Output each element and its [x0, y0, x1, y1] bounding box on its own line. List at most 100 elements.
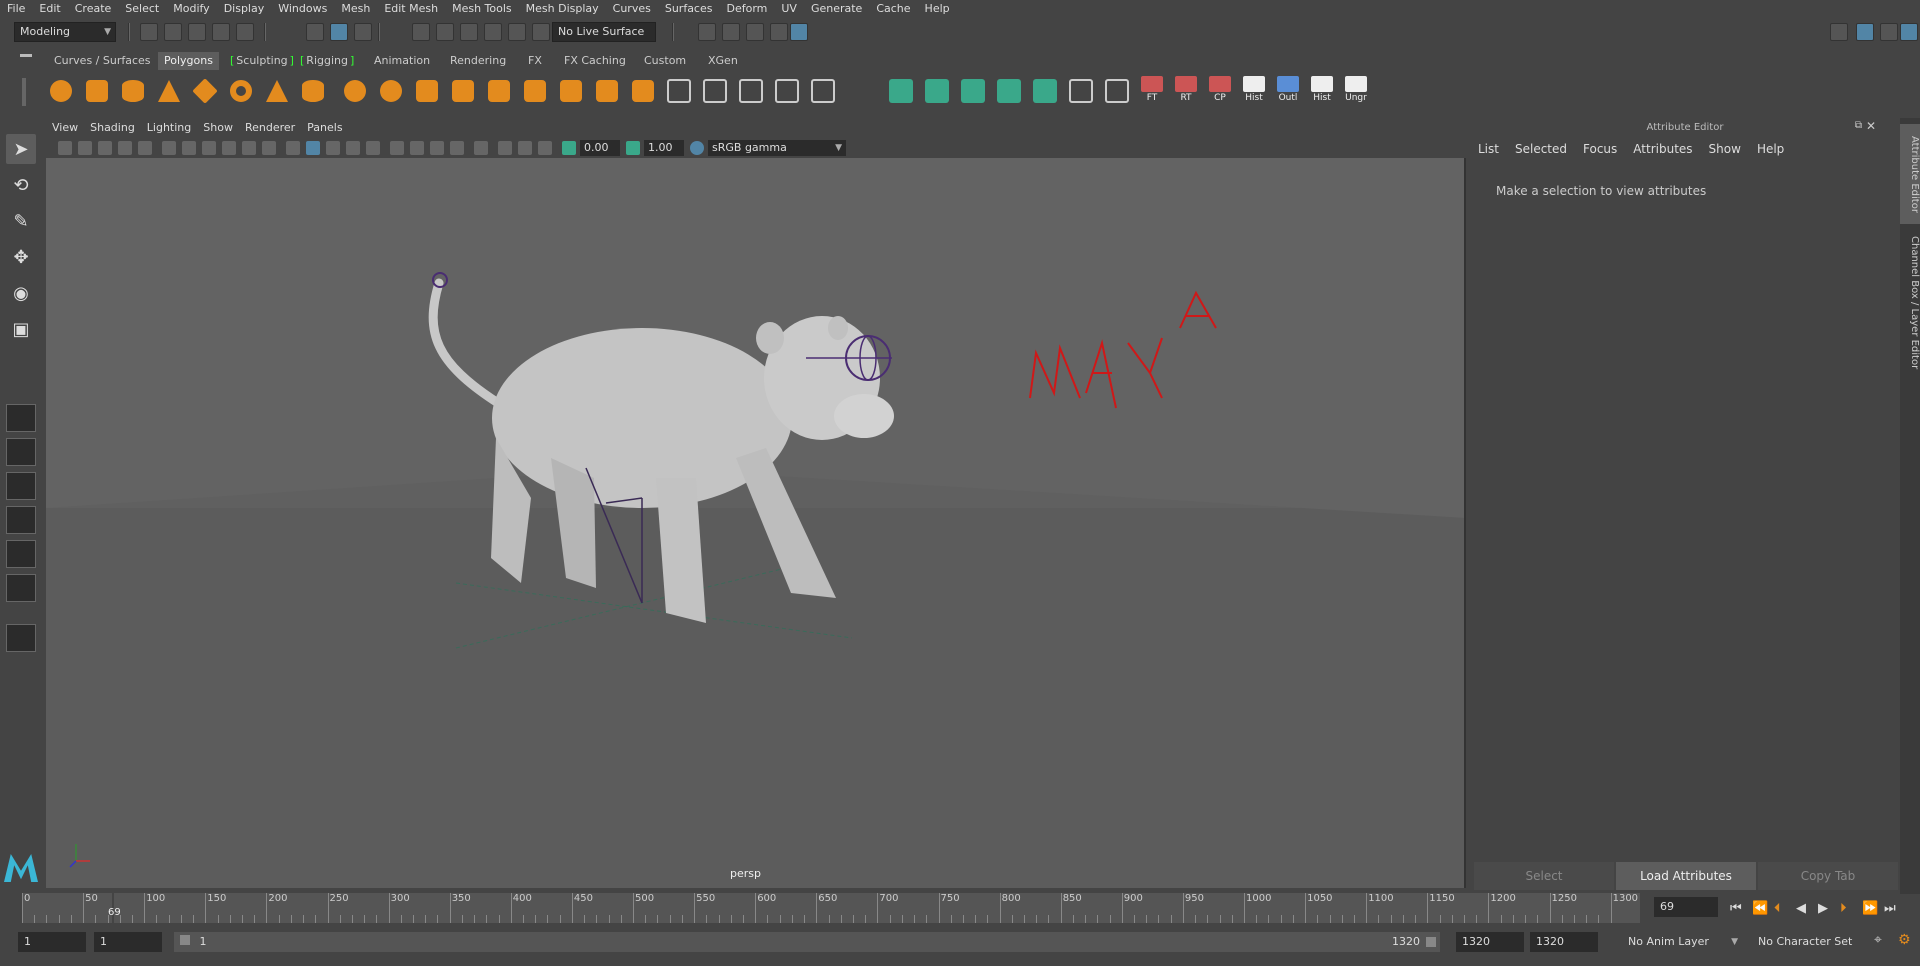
color-management-icon[interactable] — [690, 141, 704, 155]
mode-selector[interactable]: Modeling ▼ — [14, 22, 116, 42]
target-weld-icon[interactable] — [664, 76, 694, 106]
ae-menu-selected[interactable]: Selected — [1515, 142, 1567, 156]
tab-fx[interactable]: FX — [522, 52, 548, 70]
xray-joints-icon[interactable] — [518, 141, 532, 155]
poly-pyramid-icon[interactable] — [262, 76, 292, 106]
combine-icon[interactable] — [340, 76, 370, 106]
hypershade-icon[interactable] — [790, 23, 808, 41]
reset-transform-icon[interactable]: RT — [1172, 76, 1200, 106]
snap-view-icon[interactable] — [484, 23, 502, 41]
range-handle-start[interactable] — [180, 935, 190, 945]
cross-icon[interactable] — [1102, 76, 1132, 106]
anti-aliasing-icon[interactable] — [430, 141, 444, 155]
menu-help[interactable]: Help — [918, 0, 957, 18]
insert-edge-loop-icon[interactable] — [592, 76, 622, 106]
isolate-select-icon[interactable] — [474, 141, 488, 155]
ae-menu-focus[interactable]: Focus — [1583, 142, 1617, 156]
tab-curves-surfaces[interactable]: Curves / Surfaces — [48, 52, 157, 70]
bookmark-icon[interactable] — [98, 141, 112, 155]
extrude-icon[interactable] — [484, 76, 514, 106]
menu-mesh-display[interactable]: Mesh Display — [519, 0, 606, 18]
tab-rigging[interactable]: Rigging — [294, 52, 361, 70]
custom-layout-icon[interactable] — [6, 574, 36, 602]
ae-load-attributes-button[interactable]: Load Attributes — [1616, 862, 1756, 890]
render-view-icon[interactable] — [698, 23, 716, 41]
vp-menu-show[interactable]: Show — [197, 118, 239, 138]
menu-cache[interactable]: Cache — [869, 0, 917, 18]
motion-blur-icon[interactable] — [410, 141, 424, 155]
menu-edit[interactable]: Edit — [32, 0, 67, 18]
snap-point-icon[interactable] — [460, 23, 478, 41]
current-frame-field[interactable]: 69 — [1654, 897, 1718, 917]
ambient-occlusion-icon[interactable] — [390, 141, 404, 155]
float-panel-icon[interactable]: ⧉ — [1855, 120, 1862, 131]
grid-icon[interactable] — [162, 141, 176, 155]
ae-menu-list[interactable]: List — [1478, 142, 1499, 156]
select-by-component-icon[interactable] — [354, 23, 372, 41]
menu-modify[interactable]: Modify — [166, 0, 216, 18]
time-slider[interactable]: 0 50 100 150 200 250 300 350 400 450 500 550 600 650 7… — [22, 893, 1640, 923]
rotate-tool-icon[interactable]: ◉ — [6, 278, 36, 308]
colorspace-dropdown[interactable]: sRGB gamma ▼ — [708, 140, 846, 156]
range-slider[interactable]: 1 1320 — [174, 932, 1440, 952]
menu-select[interactable]: Select — [118, 0, 166, 18]
vp-menu-lighting[interactable]: Lighting — [141, 118, 197, 138]
camera-tools-icon[interactable] — [78, 141, 92, 155]
menu-create[interactable]: Create — [68, 0, 119, 18]
shelf-green-3-icon[interactable] — [958, 76, 988, 106]
shadows-icon[interactable] — [366, 141, 380, 155]
multi-cut-icon[interactable] — [628, 76, 658, 106]
step-forward-key-icon[interactable]: ⏩ — [1862, 901, 1878, 916]
smooth-icon[interactable] — [448, 76, 478, 106]
layout-uv-icon[interactable] — [808, 76, 838, 106]
end-time-field[interactable]: 1320 — [1530, 932, 1598, 952]
separate-icon[interactable] — [376, 76, 406, 106]
step-back-key-icon[interactable]: ⏪ — [1752, 901, 1768, 916]
snap-curve-icon[interactable] — [436, 23, 454, 41]
four-view-layout-icon[interactable] — [6, 438, 36, 466]
wireframe-icon[interactable] — [286, 141, 300, 155]
shelf-green-5-icon[interactable] — [1030, 76, 1060, 106]
toggle-channel-box-icon[interactable] — [1880, 23, 1898, 41]
safe-action-icon[interactable] — [262, 141, 276, 155]
tab-sculpting[interactable]: Sculpting — [224, 52, 300, 70]
ae-select-button[interactable]: Select — [1474, 862, 1614, 890]
smooth-shade-icon[interactable] — [306, 141, 320, 155]
menu-surfaces[interactable]: Surfaces — [658, 0, 720, 18]
delete-history-icon[interactable]: Hist — [1240, 76, 1268, 106]
menu-mesh-tools[interactable]: Mesh Tools — [445, 0, 519, 18]
paint-select-icon[interactable]: ✎ — [6, 206, 36, 236]
film-gate-icon[interactable] — [182, 141, 196, 155]
xray-components-icon[interactable] — [538, 141, 552, 155]
poly-torus-icon[interactable] — [226, 76, 256, 106]
vp-menu-shading[interactable]: Shading — [84, 118, 141, 138]
shelf-green-4-icon[interactable] — [994, 76, 1024, 106]
use-all-lights-icon[interactable] — [346, 141, 360, 155]
select-by-hierarchy-icon[interactable] — [306, 23, 324, 41]
shelf-menu-icon[interactable] — [20, 54, 32, 57]
new-scene-icon[interactable] — [140, 23, 158, 41]
menu-mesh[interactable]: Mesh — [334, 0, 377, 18]
menu-deform[interactable]: Deform — [719, 0, 774, 18]
persp-graph-layout-icon[interactable] — [6, 506, 36, 534]
tab-rendering[interactable]: Rendering — [444, 52, 513, 70]
open-scene-icon[interactable] — [164, 23, 182, 41]
render-current-icon[interactable] — [722, 23, 740, 41]
gamma-field[interactable]: 1.00 — [644, 140, 684, 156]
anim-layer-dropdown[interactable]: No Anim Layer ▼ — [1622, 932, 1742, 952]
poly-pipe-icon[interactable] — [298, 76, 328, 106]
poly-plane-icon[interactable] — [190, 76, 220, 106]
snap-surface-icon[interactable] — [508, 23, 526, 41]
lasso-tool-icon[interactable]: ⟲ — [6, 170, 36, 200]
menu-windows[interactable]: Windows — [271, 0, 334, 18]
persp-outliner-layout-icon[interactable] — [6, 472, 36, 500]
toggle-attribute-editor-icon[interactable] — [1900, 23, 1918, 41]
persp-hypershade-layout-icon[interactable] — [6, 540, 36, 568]
tab-polygons[interactable]: Polygons — [158, 52, 219, 70]
menu-edit-mesh[interactable]: Edit Mesh — [377, 0, 445, 18]
shelf-green-1-icon[interactable] — [886, 76, 916, 106]
save-scene-icon[interactable] — [188, 23, 206, 41]
live-surface-field[interactable]: No Live Surface — [552, 22, 656, 42]
auto-uv-icon[interactable] — [736, 76, 766, 106]
range-handle-end[interactable] — [1426, 937, 1436, 947]
